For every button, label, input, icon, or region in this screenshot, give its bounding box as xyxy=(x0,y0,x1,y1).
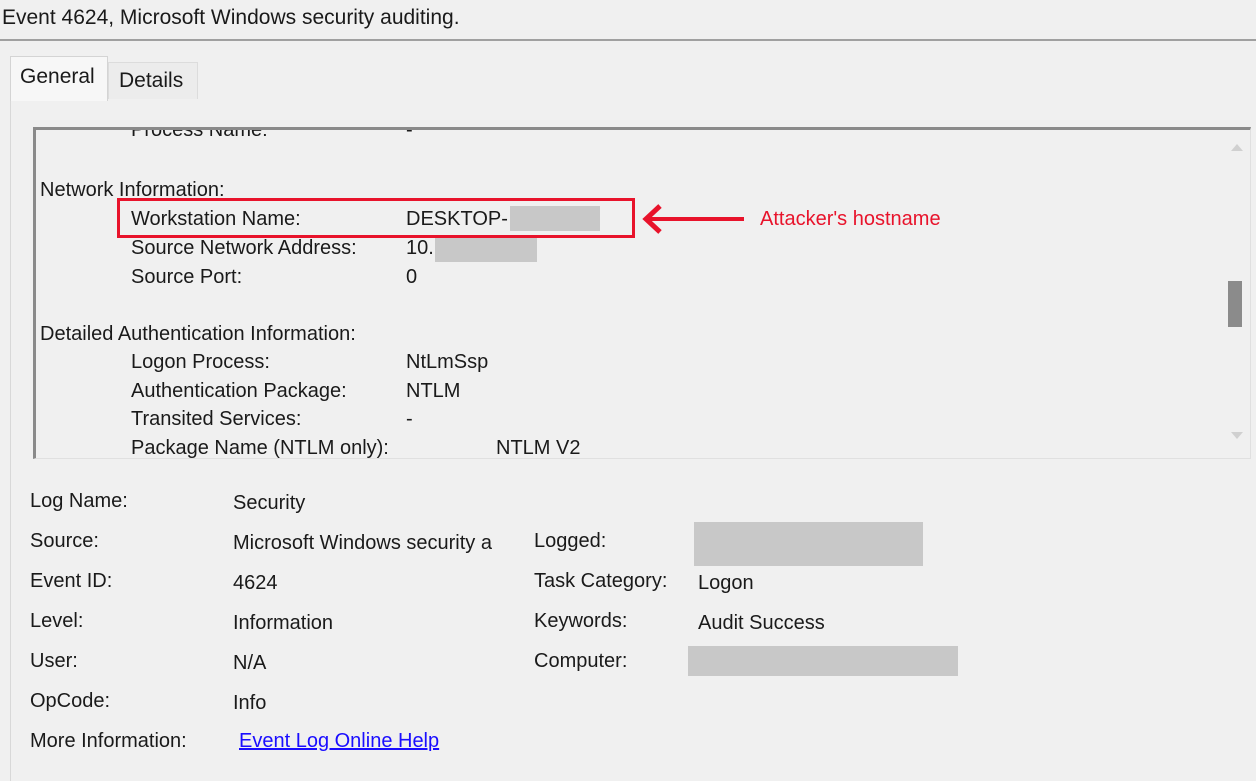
log-name-label: Log Name: xyxy=(30,490,128,512)
auth-info-header: Detailed Authentication Information: xyxy=(40,323,356,345)
keywords-label: Keywords: xyxy=(534,610,628,632)
computer-value-redaction xyxy=(688,646,958,676)
transited-services-value: - xyxy=(406,408,413,430)
source-port-label: Source Port: xyxy=(131,266,243,288)
tab-details[interactable]: Details xyxy=(108,62,198,99)
scroll-up-arrow-icon[interactable] xyxy=(1231,144,1243,151)
workstation-highlight-box xyxy=(117,198,635,238)
tab-general[interactable]: General xyxy=(10,56,108,101)
logged-label: Logged: xyxy=(534,530,607,552)
source-address-redaction xyxy=(435,236,537,262)
task-category-value: Logon xyxy=(698,572,754,594)
annotation-label: Attacker's hostname xyxy=(760,208,941,230)
logon-process-value: NtLmSsp xyxy=(406,351,489,373)
process-name-label: Process Name: xyxy=(131,127,268,141)
title-bar: Event 4624, Microsoft Windows security a… xyxy=(0,0,1256,41)
auth-package-value: NTLM xyxy=(406,380,461,402)
event-id-label: Event ID: xyxy=(30,570,113,592)
level-value: Information xyxy=(233,612,334,634)
event-log-help-link[interactable]: Event Log Online Help xyxy=(239,730,439,753)
process-name-value: - xyxy=(406,127,413,141)
tab-details-label: Details xyxy=(119,69,184,92)
keywords-value: Audit Success xyxy=(698,612,825,634)
annotation-arrow-icon xyxy=(642,204,744,234)
logged-value-redaction xyxy=(694,522,923,566)
event-description-box[interactable]: Process Name: - Network Information: Wor… xyxy=(33,127,1251,459)
event-id-value: 4624 xyxy=(233,572,278,594)
logon-process-label: Logon Process: xyxy=(131,351,270,373)
tab-general-label: General xyxy=(20,65,95,88)
window-title: Event 4624, Microsoft Windows security a… xyxy=(2,6,460,29)
source-label: Source: xyxy=(30,530,99,552)
source-port-value: 0 xyxy=(406,266,418,288)
transited-services-label: Transited Services: xyxy=(131,408,302,430)
source-address-label: Source Network Address: xyxy=(131,237,357,259)
source-address-value: 10. xyxy=(406,237,434,259)
package-name-label: Package Name (NTLM only): xyxy=(131,437,389,459)
package-name-value: NTLM V2 xyxy=(496,437,581,459)
task-category-label: Task Category: xyxy=(534,570,668,592)
source-value: Microsoft Windows security a xyxy=(233,532,492,554)
level-label: Level: xyxy=(30,610,84,632)
vertical-scrollbar[interactable] xyxy=(1224,130,1250,458)
scroll-thumb[interactable] xyxy=(1228,281,1242,327)
more-info-label: More Information: xyxy=(30,730,187,752)
user-label: User: xyxy=(30,650,78,672)
title-divider xyxy=(0,39,1256,41)
scroll-down-arrow-icon[interactable] xyxy=(1231,432,1243,439)
log-name-value: Security xyxy=(233,492,306,514)
computer-label: Computer: xyxy=(534,650,628,672)
opcode-value: Info xyxy=(233,692,267,714)
user-value: N/A xyxy=(233,652,267,674)
auth-package-label: Authentication Package: xyxy=(131,380,347,402)
opcode-label: OpCode: xyxy=(30,690,111,712)
